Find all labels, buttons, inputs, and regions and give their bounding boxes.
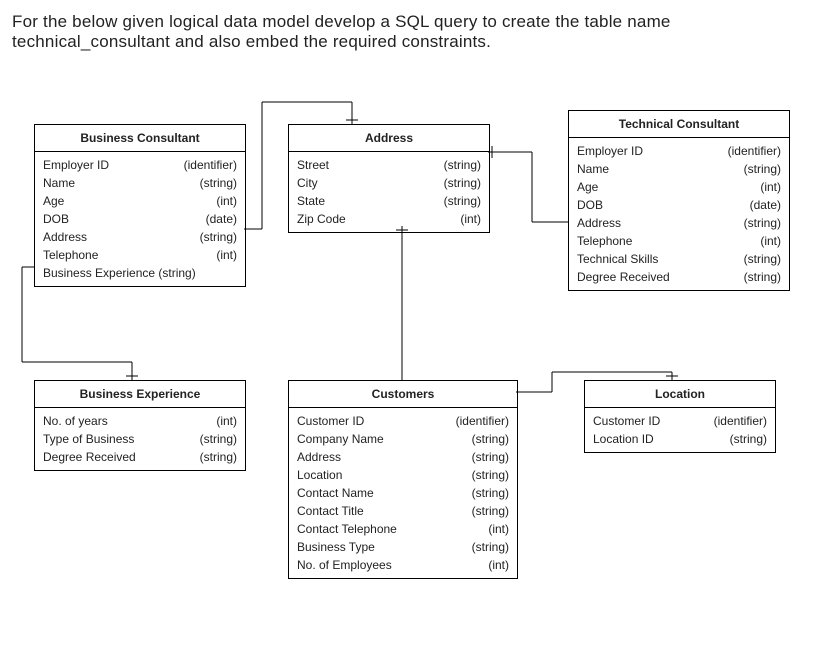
attr-type: (string) <box>744 160 781 178</box>
attr-type: (int) <box>488 556 509 574</box>
attr-type: (string) <box>744 214 781 232</box>
attr-name: Employer ID <box>43 156 109 174</box>
attr-name: Type of Business <box>43 430 134 448</box>
attr-name: DOB <box>43 210 69 228</box>
attr-type: (string) <box>200 228 237 246</box>
attr-name: State <box>297 192 325 210</box>
attr-name: Contact Telephone <box>297 520 397 538</box>
entity-customers: Customers Customer ID (identifier) Compan… <box>288 380 518 579</box>
attr-type: (string) <box>444 174 481 192</box>
attr-type: (string) <box>200 448 237 466</box>
attr-type: (string) <box>730 430 767 448</box>
attr-name: Business Type <box>297 538 375 556</box>
attr-name: Address <box>577 214 621 232</box>
attr-type: (string) <box>472 538 509 556</box>
attr-type: (int) <box>216 192 237 210</box>
attr-type: (string) <box>472 502 509 520</box>
attr-type: (string) <box>200 174 237 192</box>
entity-title: Business Experience <box>35 381 245 408</box>
attr-name: Name <box>577 160 609 178</box>
attr-type: (identifier) <box>714 412 767 430</box>
entity-location: Location Customer ID (identifier) Locatio… <box>584 380 776 453</box>
attr-type: (identifier) <box>184 156 237 174</box>
attr-type: (string) <box>744 250 781 268</box>
attr-type: (int) <box>216 246 237 264</box>
attr-name: Zip Code <box>297 210 346 228</box>
entity-title: Customers <box>289 381 517 408</box>
question-text: For the below given logical data model d… <box>12 12 810 52</box>
attr-name: Customer ID <box>593 412 660 430</box>
attr-type: (int) <box>488 520 509 538</box>
attr-name: Location ID <box>593 430 654 448</box>
attr-type: (int) <box>760 232 781 250</box>
attr-name: Contact Title <box>297 502 364 520</box>
attr-name: Address <box>43 228 87 246</box>
attr-name: No. of years <box>43 412 108 430</box>
attr-name: Business Experience (string) <box>43 264 196 282</box>
attr-name: DOB <box>577 196 603 214</box>
attr-type: (identifier) <box>456 412 509 430</box>
attr-type: (string) <box>472 466 509 484</box>
attr-name: Address <box>297 448 341 466</box>
attr-name: No. of Employees <box>297 556 392 574</box>
attr-type: (int) <box>216 412 237 430</box>
attr-name: Name <box>43 174 75 192</box>
attr-type: (int) <box>460 210 481 228</box>
attr-type: (date) <box>206 210 237 228</box>
attr-name: Technical Skills <box>577 250 658 268</box>
attr-name: Telephone <box>577 232 632 250</box>
attr-name: Company Name <box>297 430 384 448</box>
attr-type: (string) <box>472 448 509 466</box>
attr-name: Degree Received <box>43 448 136 466</box>
attr-type: (string) <box>444 192 481 210</box>
entity-business-consultant: Business Consultant Employer ID (identifi… <box>34 124 246 287</box>
attr-type: (identifier) <box>728 142 781 160</box>
attr-name: Telephone <box>43 246 98 264</box>
entity-title: Address <box>289 125 489 152</box>
attr-name: Age <box>577 178 598 196</box>
attr-type: (string) <box>472 484 509 502</box>
entity-technical-consultant: Technical Consultant Employer ID (identif… <box>568 110 790 291</box>
attr-name: Location <box>297 466 342 484</box>
attr-name: Customer ID <box>297 412 364 430</box>
attr-name: Degree Received <box>577 268 670 286</box>
attr-name: Age <box>43 192 64 210</box>
attr-type: (date) <box>750 196 781 214</box>
attr-name: City <box>297 174 318 192</box>
attr-type: (string) <box>200 430 237 448</box>
entity-business-experience: Business Experience No. of years (int) Ty… <box>34 380 246 471</box>
attr-name: Contact Name <box>297 484 374 502</box>
er-diagram: Business Consultant Employer ID (identifi… <box>12 72 810 652</box>
entity-address: Address Street (string) City (string) Stat… <box>288 124 490 233</box>
attr-name: Employer ID <box>577 142 643 160</box>
attr-type: (string) <box>472 430 509 448</box>
entity-title: Technical Consultant <box>569 111 789 138</box>
attr-name: Street <box>297 156 329 174</box>
attr-type: (string) <box>744 268 781 286</box>
attr-type: (int) <box>760 178 781 196</box>
entity-title: Location <box>585 381 775 408</box>
entity-title: Business Consultant <box>35 125 245 152</box>
attr-type: (string) <box>444 156 481 174</box>
